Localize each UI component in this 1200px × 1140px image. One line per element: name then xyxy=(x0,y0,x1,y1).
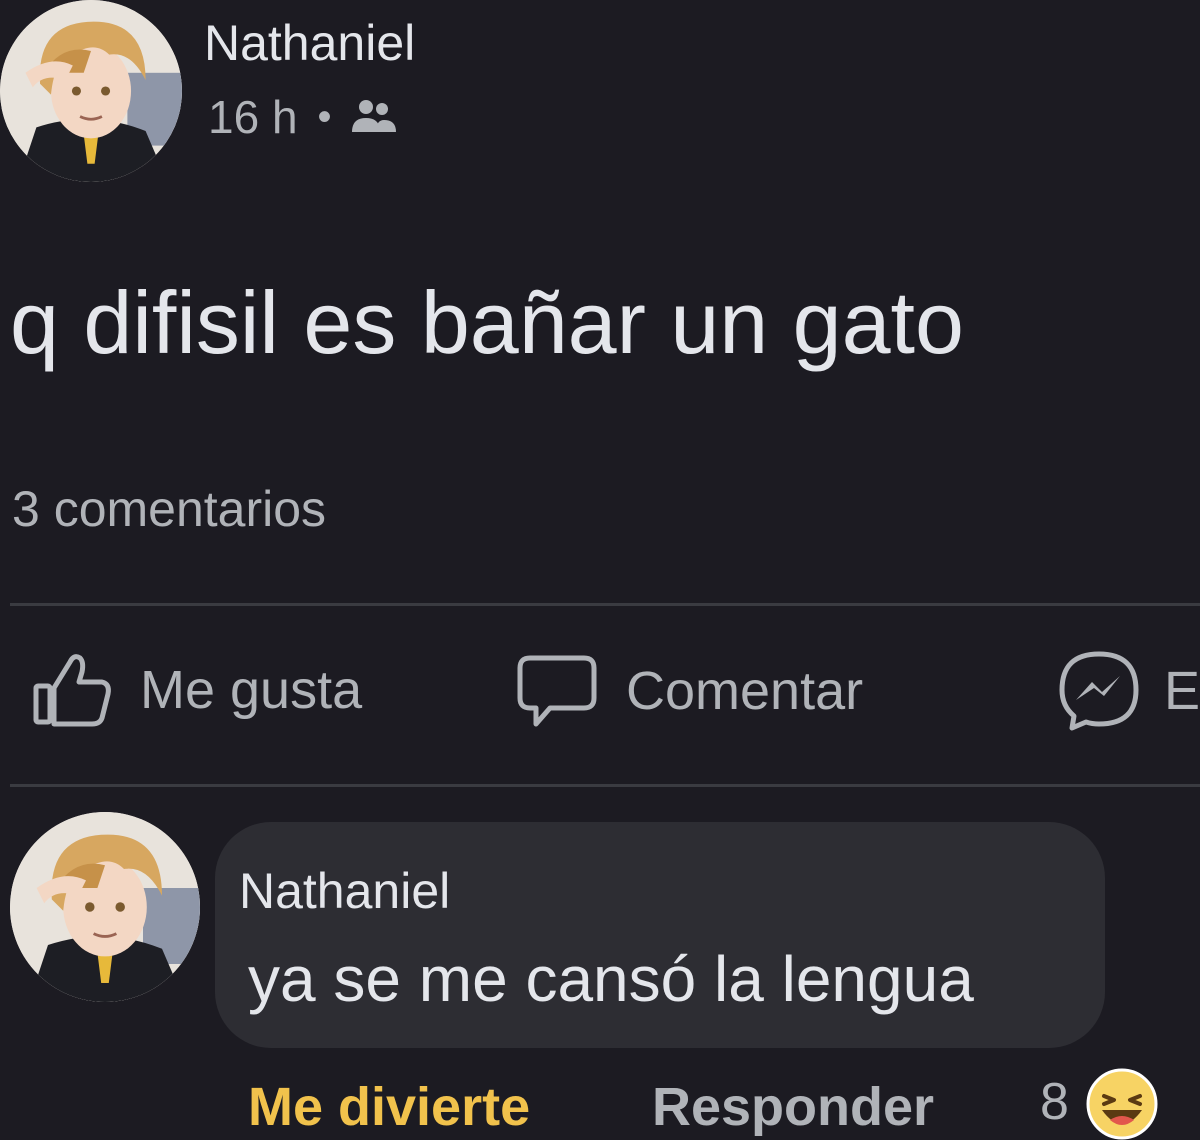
post-time[interactable]: 16 h xyxy=(208,90,298,144)
comment-bubble-icon xyxy=(517,655,597,727)
divider xyxy=(10,603,1200,606)
messenger-icon xyxy=(1059,651,1139,731)
comment-reply-button[interactable]: Responder xyxy=(652,1076,934,1138)
post-text: q difisil es bañar un gato xyxy=(10,273,964,372)
comment-bubble[interactable]: Nathaniel ya se me cansó la lengua xyxy=(215,822,1105,1048)
comment-label: Comentar xyxy=(626,661,864,721)
post-author-avatar[interactable] xyxy=(0,0,182,182)
comment-author-avatar[interactable] xyxy=(10,812,200,1002)
post-author-name[interactable]: Nathaniel xyxy=(204,14,415,72)
thumbs-up-icon xyxy=(33,654,111,727)
comment-author-name[interactable]: Nathaniel xyxy=(239,862,450,920)
comment-actions: Me divierte Responder 8 xyxy=(0,1068,1200,1140)
avatar-illustration xyxy=(10,812,200,1002)
divider xyxy=(10,784,1200,787)
like-button[interactable]: Me gusta xyxy=(30,648,362,732)
post-meta: 16 h • xyxy=(208,90,400,144)
comment-button[interactable]: Comentar xyxy=(514,648,863,734)
comment-reaction-button[interactable]: Me divierte xyxy=(248,1076,530,1138)
like-label: Me gusta xyxy=(140,660,363,720)
meta-separator: • xyxy=(317,94,332,139)
reaction-count[interactable]: 8 xyxy=(1040,1072,1069,1132)
comment-text: ya se me cansó la lengua xyxy=(248,943,974,1015)
avatar-illustration xyxy=(0,0,182,182)
haha-emoji-icon[interactable] xyxy=(1086,1068,1158,1140)
friends-icon[interactable] xyxy=(346,96,400,138)
send-label: E xyxy=(1164,661,1200,721)
send-button[interactable]: E xyxy=(1056,648,1200,734)
comment-count[interactable]: 3 comentarios xyxy=(12,480,326,538)
